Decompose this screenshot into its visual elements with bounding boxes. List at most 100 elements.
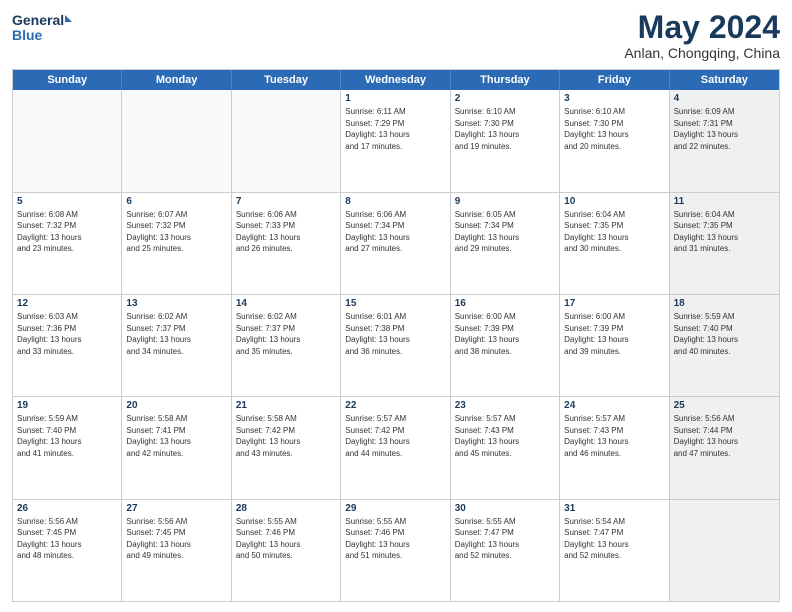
header: General Blue May 2024 Anlan, Chongqing, … — [12, 10, 780, 61]
day-number: 21 — [236, 400, 336, 411]
day-info: Sunrise: 5:57 AM Sunset: 7:43 PM Dayligh… — [455, 413, 555, 459]
weekday-header-saturday: Saturday — [670, 70, 779, 90]
page: General Blue May 2024 Anlan, Chongqing, … — [0, 0, 792, 612]
day-info: Sunrise: 6:01 AM Sunset: 7:38 PM Dayligh… — [345, 311, 445, 357]
day-number: 19 — [17, 400, 117, 411]
day-number: 17 — [564, 298, 664, 309]
day-info: Sunrise: 6:07 AM Sunset: 7:32 PM Dayligh… — [126, 209, 226, 255]
day-info: Sunrise: 5:59 AM Sunset: 7:40 PM Dayligh… — [674, 311, 775, 357]
day-cell-10: 10 Sunrise: 6:04 AM Sunset: 7:35 PM Dayli… — [560, 193, 669, 294]
day-info: Sunrise: 6:11 AM Sunset: 7:29 PM Dayligh… — [345, 106, 445, 152]
day-number: 26 — [17, 503, 117, 514]
day-cell-3: 3Sunrise: 6:10 AM Sunset: 7:30 PM Daylig… — [560, 90, 669, 191]
day-number: 8 — [345, 196, 445, 207]
calendar-row-1: 1Sunrise: 6:11 AM Sunset: 7:29 PM Daylig… — [13, 90, 779, 192]
day-info: Sunrise: 5:57 AM Sunset: 7:43 PM Dayligh… — [564, 413, 664, 459]
day-cell-20: 20Sunrise: 5:58 AM Sunset: 7:41 PM Dayli… — [122, 397, 231, 498]
day-number: 11 — [674, 196, 775, 207]
day-number: 15 — [345, 298, 445, 309]
day-cell-31: 31 Sunrise: 5:54 AM Sunset: 7:47 PM Dayli… — [560, 500, 669, 601]
day-info: Sunrise: 6:05 AM Sunset: 7:34 PM Dayligh… — [455, 209, 555, 255]
day-cell-22: 22Sunrise: 5:57 AM Sunset: 7:42 PM Dayli… — [341, 397, 450, 498]
day-number: 29 — [345, 503, 445, 514]
empty-cell-0-2 — [232, 90, 341, 191]
weekday-header-thursday: Thursday — [451, 70, 560, 90]
day-info: Sunrise: 6:08 AM Sunset: 7:32 PM Dayligh… — [17, 209, 117, 255]
day-cell-25: 25 Sunrise: 5:56 AM Sunset: 7:44 PM Dayli… — [670, 397, 779, 498]
day-info: Sunrise: 6:09 AM Sunset: 7:31 PM Dayligh… — [674, 106, 775, 152]
day-cell-27: 27Sunrise: 5:56 AM Sunset: 7:45 PM Dayli… — [122, 500, 231, 601]
day-cell-1: 1Sunrise: 6:11 AM Sunset: 7:29 PM Daylig… — [341, 90, 450, 191]
day-info: Sunrise: 5:55 AM Sunset: 7:47 PM Dayligh… — [455, 516, 555, 562]
svg-text:General: General — [12, 12, 64, 28]
main-title: May 2024 — [624, 10, 780, 45]
day-info: Sunrise: 6:03 AM Sunset: 7:36 PM Dayligh… — [17, 311, 117, 357]
calendar-header: SundayMondayTuesdayWednesdayThursdayFrid… — [13, 70, 779, 90]
day-number: 30 — [455, 503, 555, 514]
weekday-header-tuesday: Tuesday — [232, 70, 341, 90]
day-cell-5: 5Sunrise: 6:08 AM Sunset: 7:32 PM Daylig… — [13, 193, 122, 294]
day-cell-13: 13 Sunrise: 6:02 AM Sunset: 7:37 PM Dayli… — [122, 295, 231, 396]
day-info: Sunrise: 6:02 AM Sunset: 7:37 PM Dayligh… — [126, 311, 226, 357]
day-cell-12: 12 Sunrise: 6:03 AM Sunset: 7:36 PM Dayli… — [13, 295, 122, 396]
day-cell-15: 15 Sunrise: 6:01 AM Sunset: 7:38 PM Dayli… — [341, 295, 450, 396]
day-number: 31 — [564, 503, 664, 514]
day-cell-2: 2 Sunrise: 6:10 AM Sunset: 7:30 PM Daylig… — [451, 90, 560, 191]
day-info: Sunrise: 6:06 AM Sunset: 7:33 PM Dayligh… — [236, 209, 336, 255]
day-info: Sunrise: 6:10 AM Sunset: 7:30 PM Dayligh… — [455, 106, 555, 152]
day-cell-16: 16 Sunrise: 6:00 AM Sunset: 7:39 PM Dayli… — [451, 295, 560, 396]
day-cell-17: 17 Sunrise: 6:00 AM Sunset: 7:39 PM Dayli… — [560, 295, 669, 396]
day-info: Sunrise: 6:00 AM Sunset: 7:39 PM Dayligh… — [455, 311, 555, 357]
day-info: Sunrise: 6:02 AM Sunset: 7:37 PM Dayligh… — [236, 311, 336, 357]
day-number: 28 — [236, 503, 336, 514]
day-cell-14: 14 Sunrise: 6:02 AM Sunset: 7:37 PM Dayli… — [232, 295, 341, 396]
day-number: 25 — [674, 400, 775, 411]
day-info: Sunrise: 6:00 AM Sunset: 7:39 PM Dayligh… — [564, 311, 664, 357]
day-info: Sunrise: 5:54 AM Sunset: 7:47 PM Dayligh… — [564, 516, 664, 562]
day-number: 4 — [674, 93, 775, 104]
day-cell-6: 6Sunrise: 6:07 AM Sunset: 7:32 PM Daylig… — [122, 193, 231, 294]
day-number: 18 — [674, 298, 775, 309]
svg-text:Blue: Blue — [12, 27, 43, 43]
day-number: 7 — [236, 196, 336, 207]
day-info: Sunrise: 6:10 AM Sunset: 7:30 PM Dayligh… — [564, 106, 664, 152]
day-cell-18: 18 Sunrise: 5:59 AM Sunset: 7:40 PM Dayli… — [670, 295, 779, 396]
calendar-row-3: 12 Sunrise: 6:03 AM Sunset: 7:36 PM Dayli… — [13, 295, 779, 397]
weekday-header-monday: Monday — [122, 70, 231, 90]
day-cell-28: 28Sunrise: 5:55 AM Sunset: 7:46 PM Dayli… — [232, 500, 341, 601]
day-number: 16 — [455, 298, 555, 309]
day-cell-24: 24Sunrise: 5:57 AM Sunset: 7:43 PM Dayli… — [560, 397, 669, 498]
calendar-row-2: 5Sunrise: 6:08 AM Sunset: 7:32 PM Daylig… — [13, 193, 779, 295]
day-cell-21: 21 Sunrise: 5:58 AM Sunset: 7:42 PM Dayli… — [232, 397, 341, 498]
day-cell-23: 23Sunrise: 5:57 AM Sunset: 7:43 PM Dayli… — [451, 397, 560, 498]
logo: General Blue — [12, 10, 72, 46]
day-number: 13 — [126, 298, 226, 309]
day-info: Sunrise: 5:59 AM Sunset: 7:40 PM Dayligh… — [17, 413, 117, 459]
day-info: Sunrise: 5:58 AM Sunset: 7:42 PM Dayligh… — [236, 413, 336, 459]
day-cell-26: 26 Sunrise: 5:56 AM Sunset: 7:45 PM Dayli… — [13, 500, 122, 601]
day-number: 20 — [126, 400, 226, 411]
day-cell-7: 7 Sunrise: 6:06 AM Sunset: 7:33 PM Daylig… — [232, 193, 341, 294]
day-number: 27 — [126, 503, 226, 514]
day-number: 12 — [17, 298, 117, 309]
day-number: 9 — [455, 196, 555, 207]
empty-cell-0-0 — [13, 90, 122, 191]
day-info: Sunrise: 6:04 AM Sunset: 7:35 PM Dayligh… — [674, 209, 775, 255]
calendar: SundayMondayTuesdayWednesdayThursdayFrid… — [12, 69, 780, 602]
day-info: Sunrise: 6:04 AM Sunset: 7:35 PM Dayligh… — [564, 209, 664, 255]
day-info: Sunrise: 5:55 AM Sunset: 7:46 PM Dayligh… — [345, 516, 445, 562]
day-number: 10 — [564, 196, 664, 207]
day-info: Sunrise: 6:06 AM Sunset: 7:34 PM Dayligh… — [345, 209, 445, 255]
day-cell-30: 30 Sunrise: 5:55 AM Sunset: 7:47 PM Dayli… — [451, 500, 560, 601]
day-info: Sunrise: 5:56 AM Sunset: 7:45 PM Dayligh… — [17, 516, 117, 562]
empty-cell-4-6 — [670, 500, 779, 601]
day-info: Sunrise: 5:56 AM Sunset: 7:44 PM Dayligh… — [674, 413, 775, 459]
day-number: 22 — [345, 400, 445, 411]
weekday-header-friday: Friday — [560, 70, 669, 90]
day-cell-19: 19 Sunrise: 5:59 AM Sunset: 7:40 PM Dayli… — [13, 397, 122, 498]
weekday-header-sunday: Sunday — [13, 70, 122, 90]
day-cell-4: 4 Sunrise: 6:09 AM Sunset: 7:31 PM Daylig… — [670, 90, 779, 191]
title-block: May 2024 Anlan, Chongqing, China — [624, 10, 780, 61]
day-number: 2 — [455, 93, 555, 104]
day-number: 14 — [236, 298, 336, 309]
